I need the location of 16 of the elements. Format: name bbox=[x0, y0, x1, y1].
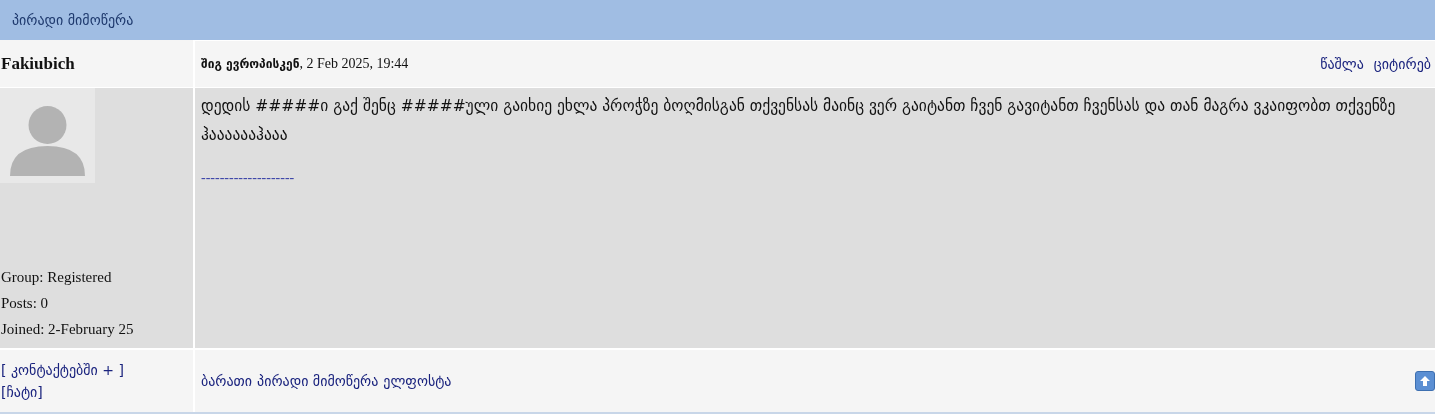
post-date: , 2 Feb 2025, 19:44 bbox=[299, 56, 409, 71]
author-name[interactable]: Fakiubich bbox=[0, 53, 75, 74]
user-link[interactable]: [ კონტაქტებში + ] bbox=[1, 359, 124, 381]
user-info: Joined: 2-February 25 bbox=[0, 320, 135, 339]
header-title: პირადი მიმოწერა bbox=[12, 12, 134, 28]
user-info: Posts: 0 bbox=[0, 294, 50, 313]
user-info: Group: Registered bbox=[0, 268, 113, 287]
footer-link[interactable]: ელფოსტა bbox=[383, 373, 452, 389]
footer-link[interactable]: პირადი მიმოწერა bbox=[257, 373, 379, 389]
post-text: დედის #####ი გაქ შენც #####ული გაიხიე ეხლა პროჭზე ბოღმისგან თქვენსას მაინც ვერ გაიტანთ ჩვენ გავიტანთ ჩვენსას და თან მაგრა ვკაიფობთ თქვენზე ჰააააააჰააა bbox=[201, 96, 1397, 146]
action-link[interactable]: ციტირებ bbox=[1373, 56, 1431, 72]
action-link[interactable]: წაშლა bbox=[1320, 56, 1364, 72]
scroll-top-button[interactable] bbox=[1415, 371, 1435, 391]
signature-line: -------------------- bbox=[201, 170, 295, 186]
user-link[interactable]: [ჩატი] bbox=[1, 381, 43, 403]
footer-link[interactable]: ბარათი bbox=[201, 373, 253, 389]
